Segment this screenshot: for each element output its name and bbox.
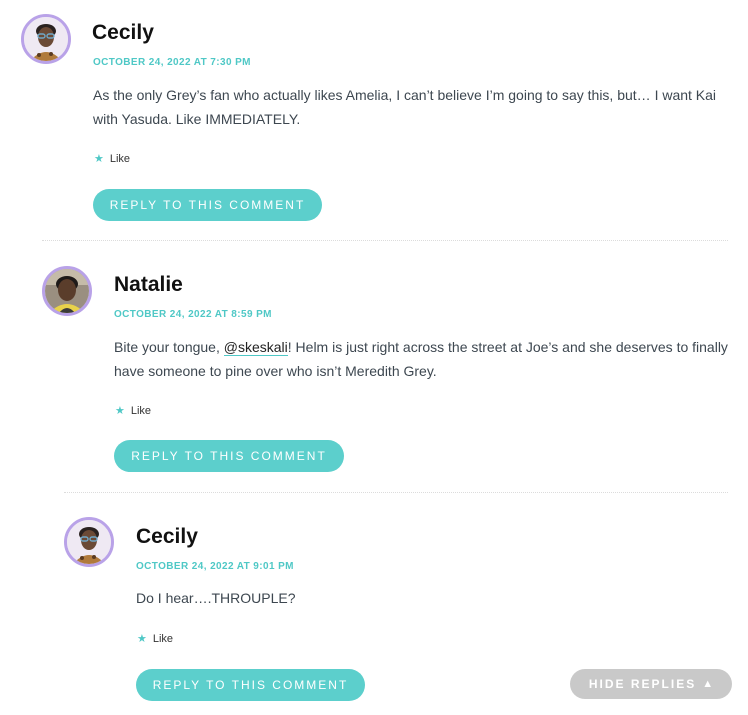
comment-text: Do I hear….THROUPLE? [136,590,296,606]
star-icon: ★ [137,633,147,645]
reply-button[interactable]: REPLY TO THIS COMMENT [136,669,365,701]
like-label: Like [152,632,174,645]
hide-replies-label: HIDE REPLIES [588,677,697,691]
avatar-image [67,520,111,564]
comment-author[interactable]: Cecily [136,525,198,549]
hide-replies-button[interactable]: HIDE REPLIES ▲ [570,669,732,699]
triangle-up-icon: ▲ [702,678,714,690]
comment-date[interactable]: OCTOBER 24, 2022 AT 9:01 PM [136,561,294,572]
avatar-cecily[interactable] [64,517,114,567]
like-button[interactable]: ★ Like [137,632,174,646]
comment-3: Cecily OCTOBER 24, 2022 AT 9:01 PM Do I … [0,0,748,715]
